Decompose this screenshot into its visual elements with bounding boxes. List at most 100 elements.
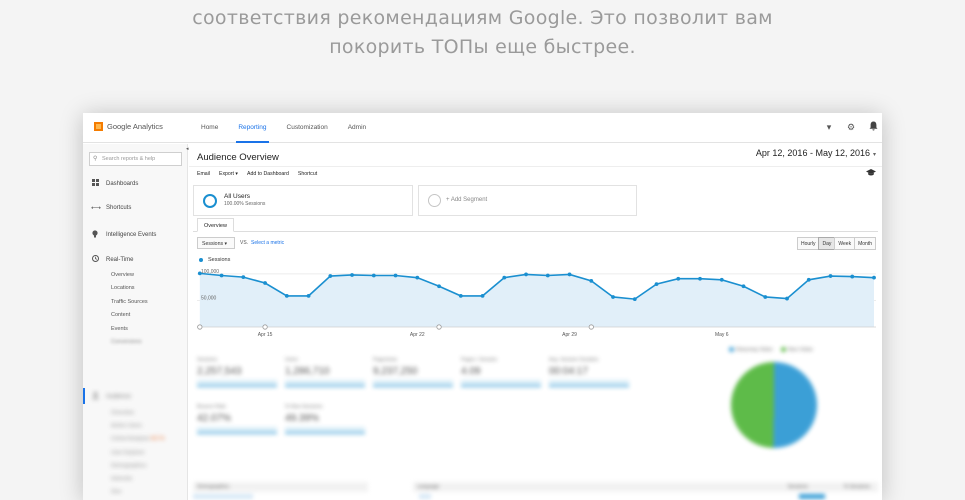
realtime-sub-events[interactable]: Events	[111, 326, 128, 332]
audience-sub-demographics[interactable]: Demographics	[111, 463, 146, 469]
data-point	[828, 274, 833, 278]
data-point	[676, 276, 681, 281]
sidebar-item-audience[interactable]: Audience	[91, 392, 131, 401]
beta-badge: BETA	[150, 436, 165, 442]
hero-text: соответствия рекомендациям Google. Это п…	[0, 4, 965, 62]
hero-line-2: покорить ТОПы еще быстрее.	[329, 36, 636, 58]
data-point	[698, 276, 702, 281]
title-divider	[189, 166, 882, 167]
metric-sparkline	[197, 426, 277, 434]
empty-ring-icon	[428, 194, 441, 207]
realtime-sub-traffic-sources[interactable]: Traffic Sources	[111, 299, 148, 305]
audience-sub-active-users[interactable]: Active Users	[111, 423, 142, 429]
metric-label: Pageviews	[373, 357, 398, 363]
metric-avg-session-duration: Avg. Session Duration 00:04:17	[549, 357, 629, 387]
legend-swatch	[780, 347, 786, 353]
sidebar-item-dashboards[interactable]: Dashboards	[91, 179, 138, 188]
metric-pageviews: Pageviews 9,237,250	[373, 357, 453, 387]
sidebar-item-shortcuts[interactable]: ⟷ Shortcuts	[91, 204, 131, 212]
day-button[interactable]: Day	[818, 237, 836, 250]
gear-icon[interactable]: ⚙	[846, 122, 856, 133]
metric-label: Avg. Session Duration	[549, 357, 599, 363]
realtime-sub-overview[interactable]: Overview	[111, 272, 134, 278]
nav-home[interactable]: Home	[191, 113, 228, 143]
month-button[interactable]: Month	[854, 237, 876, 250]
data-point	[654, 282, 659, 286]
audience-sub-cohort-analysis[interactable]: Cohort Analysis BETA	[111, 436, 165, 442]
email-button[interactable]: Email	[197, 171, 210, 177]
sidebar-item-real-time[interactable]: Real-Time	[91, 255, 133, 264]
date-range-picker[interactable]: Apr 12, 2016 - May 12, 2016 ▾	[756, 148, 876, 158]
bulb-icon	[91, 230, 99, 240]
metric-select[interactable]: Sessions ▾	[197, 237, 235, 249]
sidebar-item-label: Audience	[106, 393, 132, 400]
data-point	[872, 275, 876, 280]
caret-down-icon[interactable]: ▾	[824, 122, 834, 133]
audience-sub-user-explorer[interactable]: User Explorer	[111, 450, 145, 456]
table-row-bar	[193, 494, 253, 499]
metric-label: Sessions	[197, 357, 218, 363]
realtime-sub-conversions[interactable]: Conversions	[111, 339, 142, 345]
annotation-marker	[588, 324, 594, 330]
audience-sub-overview[interactable]: Overview	[111, 410, 134, 416]
sidebar-item-intelligence-events[interactable]: Intelligence Events	[91, 230, 156, 240]
sidebar-item-label: Shortcuts	[106, 205, 132, 211]
graduation-cap-icon[interactable]	[866, 169, 876, 178]
segment-all-users[interactable]: All Users 100.00% Sessions	[193, 185, 413, 216]
metric-bounce-rate: Bounce Rate 42.07%	[197, 404, 277, 434]
select-a-metric-link[interactable]: Select a metric	[251, 240, 284, 246]
audience-sub-interests[interactable]: Interests	[111, 476, 132, 482]
metric-value: 00:04:17	[549, 366, 588, 377]
demographics-header: Demographics	[193, 482, 368, 492]
metric-value: 1,286,710	[285, 366, 330, 377]
realtime-sub-locations[interactable]: Locations	[111, 285, 135, 291]
data-point	[545, 273, 550, 278]
time-granularity-buttons: Hourly Day Week Month	[797, 237, 876, 250]
export-button[interactable]: Export ▾	[219, 171, 238, 177]
segment-title: All Users	[224, 193, 251, 200]
hourly-button[interactable]: Hourly	[797, 237, 820, 250]
metric-value: 4.09	[461, 366, 481, 377]
data-point	[567, 272, 572, 277]
realtime-sub-content[interactable]: Content	[111, 312, 130, 318]
metric-sparkline	[373, 379, 453, 387]
metric-sparkline	[285, 426, 365, 434]
data-point	[284, 293, 289, 298]
top-nav: Home Reporting Customization Admin	[191, 113, 376, 143]
x-tick-label: Apr 15	[258, 332, 273, 338]
ga-logo[interactable]: Google Analytics	[94, 122, 163, 131]
legend-label: Sessions	[208, 257, 231, 263]
metric-label: Bounce Rate	[197, 404, 226, 410]
x-tick-label: Apr 29	[562, 332, 577, 338]
report-content: Audience Overview Apr 12, 2016 - May 12,…	[189, 144, 882, 500]
table-row-bar	[419, 494, 431, 499]
data-point	[350, 273, 354, 277]
hero-line-1: соответствия рекомендациям Google. Это п…	[192, 7, 773, 29]
page-title: Audience Overview	[197, 152, 279, 163]
clock-icon	[91, 255, 99, 264]
metric-value: 42.07%	[197, 413, 231, 424]
search-input[interactable]: ⚲ Search reports & help	[89, 152, 182, 166]
audience-sub-geo[interactable]: Geo	[111, 489, 121, 495]
logo-text: Google Analytics	[107, 122, 163, 131]
add-segment-card[interactable]: + Add Segment	[418, 185, 637, 216]
sidebar-item-label: Real-Time	[106, 256, 134, 263]
pie-legend-label: New Visitor	[787, 347, 814, 353]
tab-overview[interactable]: Overview	[197, 218, 234, 232]
data-point	[589, 278, 594, 283]
table-row-bar	[799, 494, 825, 499]
bell-icon[interactable]	[868, 121, 878, 133]
data-point	[219, 273, 224, 278]
data-point	[437, 284, 441, 289]
metric-label: % New Sessions	[285, 404, 323, 410]
nav-admin[interactable]: Admin	[338, 113, 376, 143]
nav-customization[interactable]: Customization	[277, 113, 338, 143]
metric-value: 2,257,543	[197, 366, 242, 377]
add-to-dashboard-button[interactable]: Add to Dashboard	[247, 171, 289, 177]
metric-select-value: Sessions	[202, 241, 224, 247]
shortcut-button[interactable]: Shortcut	[298, 171, 317, 177]
week-button[interactable]: Week	[834, 237, 856, 250]
nav-reporting[interactable]: Reporting	[228, 113, 276, 143]
language-table-header: Language Sessions % Sessions	[413, 482, 878, 492]
language-header-label: Language	[417, 484, 440, 490]
